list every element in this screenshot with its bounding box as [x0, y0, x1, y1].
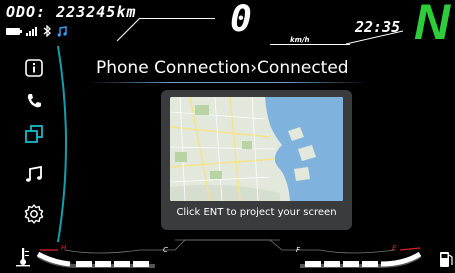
speed-unit: km/h — [290, 36, 310, 44]
battery-icon — [6, 27, 22, 35]
sidebar-item-settings[interactable] — [16, 196, 52, 232]
fuel-empty-marker — [399, 247, 421, 251]
music-icon — [26, 165, 42, 182]
sidebar-item-music[interactable] — [16, 156, 52, 192]
gauge-outline-left — [64, 239, 280, 254]
clock: 22:35 — [355, 18, 401, 36]
phone-projection-icon — [25, 125, 43, 143]
status-icons — [6, 24, 67, 38]
top-divider-left — [140, 18, 215, 19]
page-title: Phone Connection›Connected — [96, 58, 349, 78]
signal-icon — [26, 26, 37, 36]
map-preview-image — [170, 97, 343, 201]
music-note-icon — [57, 25, 67, 37]
top-divider-right — [270, 44, 350, 45]
fuel-pump-icon — [440, 252, 453, 267]
projection-instruction: Click ENT to project your screen — [176, 207, 337, 218]
gear-indicator: N — [414, 0, 451, 50]
title-underline — [88, 82, 368, 83]
sidebar-item-info[interactable] — [16, 50, 52, 86]
bottom-gauges: H C F E — [16, 239, 453, 268]
top-divider-left-slant — [116, 17, 141, 42]
settings-icon — [24, 204, 44, 224]
speed-readout: 0 — [230, 0, 252, 40]
sidebar-item-phone-projection[interactable] — [16, 116, 52, 152]
sidebar-item-phone[interactable] — [16, 83, 52, 119]
info-icon — [25, 59, 43, 77]
fuel-gauge-fill — [380, 251, 422, 267]
gauge-outline-right — [175, 239, 396, 254]
temp-cold-label: C — [163, 246, 168, 254]
coolant-temp-icon — [16, 248, 30, 267]
sidebar — [0, 44, 70, 240]
phone-icon — [27, 94, 41, 108]
temp-hot-label: H — [61, 244, 67, 252]
temp-gauge-fill — [36, 251, 71, 267]
bluetooth-icon — [43, 25, 51, 37]
fuel-empty-label: E — [392, 244, 397, 252]
